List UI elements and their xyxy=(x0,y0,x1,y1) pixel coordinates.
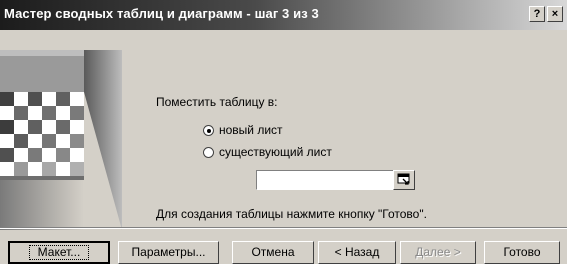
back-button[interactable]: < Назад xyxy=(318,241,396,264)
options-button[interactable]: Параметры... xyxy=(118,241,219,264)
help-button[interactable]: ? xyxy=(529,6,545,22)
new-sheet-label[interactable]: новый лист xyxy=(219,123,283,137)
new-sheet-radio[interactable] xyxy=(203,125,214,136)
instruction-text: Для создания таблицы нажмите кнопку "Гот… xyxy=(156,207,427,221)
layout-button[interactable]: Макет... xyxy=(8,241,110,264)
radio-selected-dot xyxy=(206,128,211,133)
separator-line xyxy=(0,227,567,229)
finish-button[interactable]: Готово xyxy=(484,241,560,264)
wizard-art-icon xyxy=(0,50,122,230)
title-bar: Мастер сводных таблиц и диаграмм - шаг 3… xyxy=(0,0,567,30)
next-button: Далее > xyxy=(400,241,476,264)
range-input[interactable] xyxy=(256,170,394,190)
existing-sheet-radio[interactable] xyxy=(203,147,214,158)
existing-sheet-label[interactable]: существующий лист xyxy=(219,145,332,159)
collapse-dialog-button[interactable] xyxy=(393,170,415,190)
place-table-label: Поместить таблицу в: xyxy=(156,95,278,109)
close-button[interactable]: × xyxy=(547,6,563,22)
window-title: Мастер сводных таблиц и диаграмм - шаг 3… xyxy=(4,6,319,21)
checkerboard xyxy=(0,92,84,176)
collapse-dialog-icon xyxy=(397,173,410,185)
wizard-dialog-body: Поместить таблицу в: новый лист существу… xyxy=(0,30,567,264)
cancel-button[interactable]: Отмена xyxy=(232,241,314,264)
